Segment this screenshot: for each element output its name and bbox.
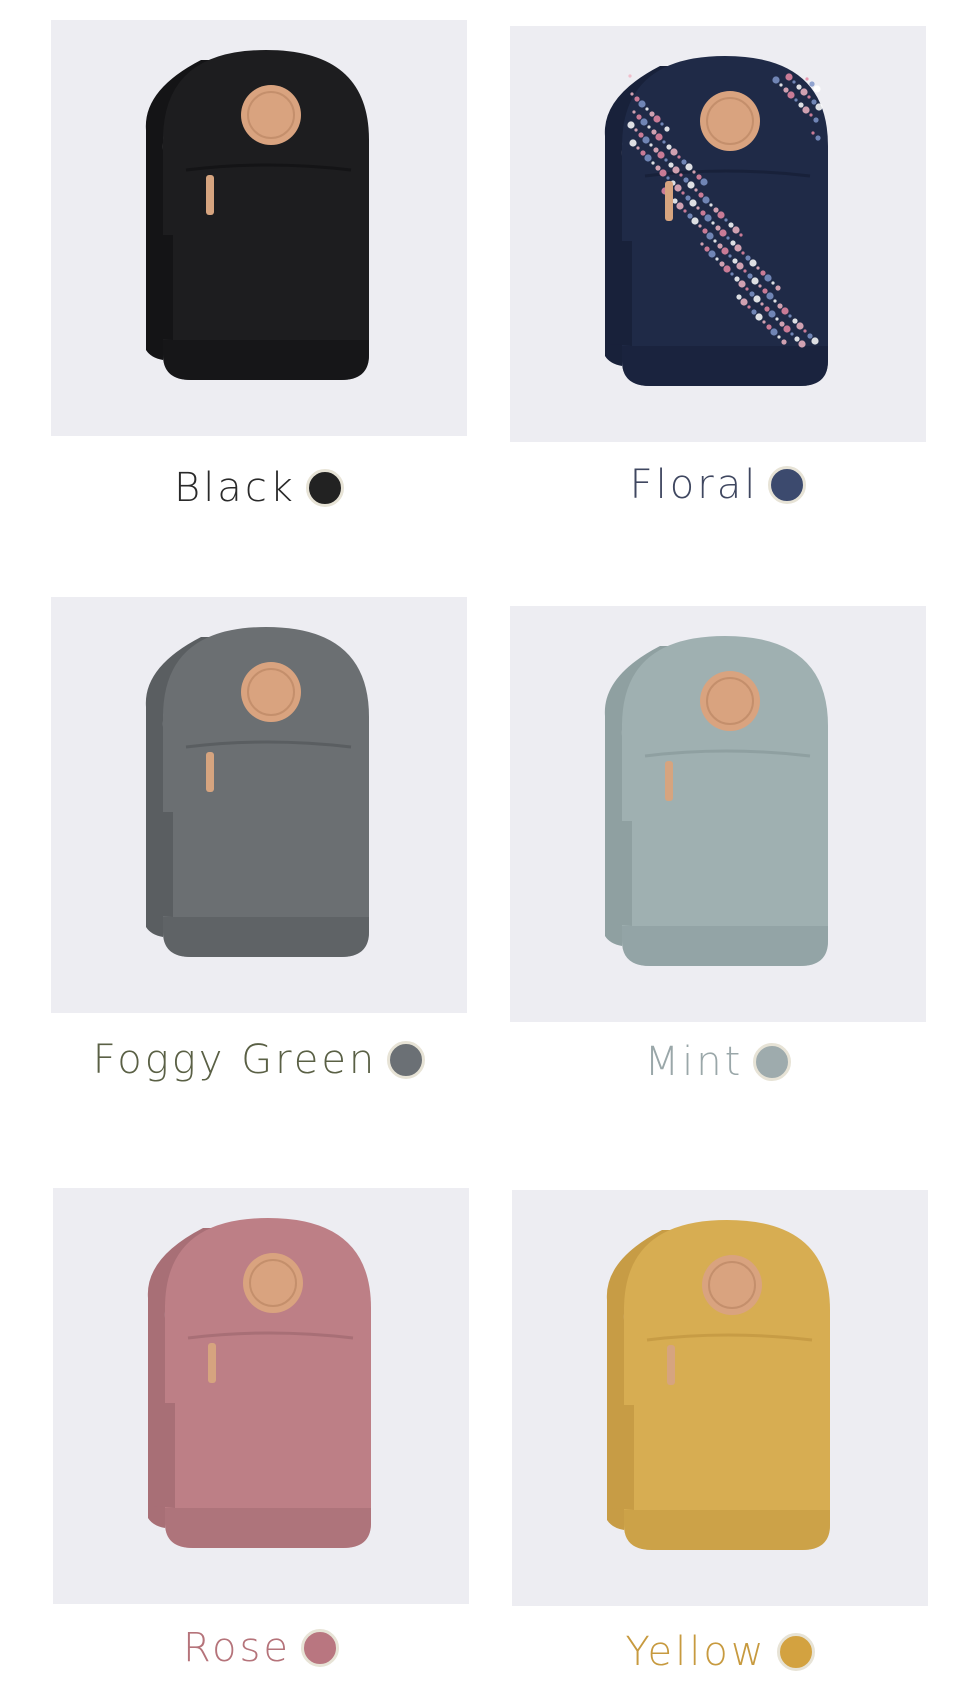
product-image[interactable]: [512, 1190, 928, 1606]
color-label: Black: [174, 465, 296, 511]
backpack-illustration: [147, 1218, 371, 1548]
product-image[interactable]: [510, 606, 926, 1022]
color-dot[interactable]: [300, 1629, 339, 1667]
product-image[interactable]: [51, 20, 467, 436]
backpack-illustration: [145, 50, 369, 380]
color-label: Yellow: [625, 1629, 767, 1675]
color-dot[interactable]: [387, 1041, 426, 1079]
backpack-illustration: [145, 627, 369, 957]
color-dot[interactable]: [305, 469, 344, 507]
backpack-illustration: [604, 636, 828, 966]
color-dot[interactable]: [768, 466, 807, 504]
color-label: Mint: [644, 1039, 744, 1085]
backpack-illustration: [604, 56, 828, 386]
color-label: Floral: [629, 462, 759, 508]
backpack-illustration: [606, 1220, 830, 1550]
product-image[interactable]: [510, 26, 926, 442]
product-image[interactable]: [51, 597, 467, 1013]
color-dot[interactable]: [753, 1043, 792, 1081]
color-label: Foggy Green: [92, 1037, 378, 1083]
color-dot[interactable]: [776, 1633, 815, 1671]
product-image[interactable]: [53, 1188, 469, 1604]
color-label: Rose: [183, 1625, 291, 1671]
